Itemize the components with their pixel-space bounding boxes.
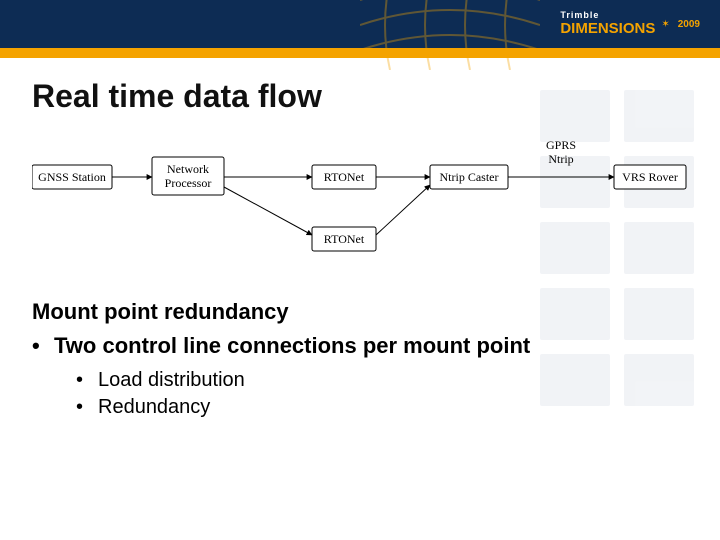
brand-year: 2009 bbox=[678, 19, 700, 30]
node-rtonet-bottom: RTONet bbox=[312, 227, 376, 251]
node-gnss: GNSS Station bbox=[32, 165, 112, 189]
node-rtonet2-label: RTONet bbox=[324, 232, 365, 246]
node-rtonet1-label: RTONet bbox=[324, 170, 365, 184]
brand-block: Trimble DIMENSIONS ✶ 2009 bbox=[560, 10, 700, 38]
header-bar: Trimble DIMENSIONS ✶ 2009 bbox=[0, 0, 720, 48]
node-netproc-label2: Processor bbox=[165, 176, 212, 190]
bullet-control-lines: Two control line connections per mount p… bbox=[32, 333, 688, 359]
data-flow-diagram: GNSS Station Network Processor RTONet RT… bbox=[32, 135, 688, 275]
edge-label-line2: Ntrip bbox=[548, 152, 573, 166]
brand-company: Trimble bbox=[560, 10, 655, 20]
node-ntrip-caster: Ntrip Caster bbox=[430, 165, 508, 189]
node-rover-label: VRS Rover bbox=[622, 170, 678, 184]
bullet-redundancy: Redundancy bbox=[32, 396, 688, 419]
brand-product: DIMENSIONS bbox=[560, 20, 655, 37]
edge-label-line1: GPRS bbox=[546, 138, 576, 152]
bullet-section: Mount point redundancy Two control line … bbox=[32, 299, 688, 419]
slide-title: Real time data flow bbox=[32, 78, 688, 115]
node-rtonet-top: RTONet bbox=[312, 165, 376, 189]
node-gnss-label: GNSS Station bbox=[38, 170, 106, 184]
edge-rtonet2-to-caster bbox=[376, 185, 430, 235]
node-network-processor: Network Processor bbox=[152, 157, 224, 195]
section-heading: Mount point redundancy bbox=[32, 299, 688, 325]
node-caster-label: Ntrip Caster bbox=[440, 170, 499, 184]
content-area: Real time data flow GNSS Station Network… bbox=[0, 58, 720, 443]
edge-netproc-to-rtonet2 bbox=[224, 187, 312, 235]
bullet-load-distribution: Load distribution bbox=[32, 369, 688, 392]
node-vrs-rover: VRS Rover bbox=[614, 165, 686, 189]
node-netproc-label1: Network bbox=[167, 162, 209, 176]
star-icon: ✶ bbox=[661, 19, 669, 30]
